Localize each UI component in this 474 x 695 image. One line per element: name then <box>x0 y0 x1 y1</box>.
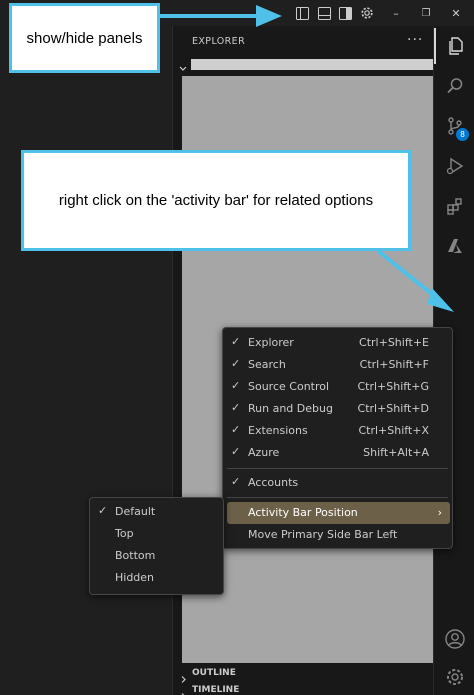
search-icon[interactable] <box>434 68 474 104</box>
activity-bar-context-menu: ✓ Explorer Ctrl+Shift+E ✓ Search Ctrl+Sh… <box>222 327 453 549</box>
menu-item-run-and-debug[interactable]: ✓ Run and Debug Ctrl+Shift+D <box>227 398 448 420</box>
toggle-primary-sidebar-icon[interactable] <box>292 3 312 23</box>
menu-item-accounts[interactable]: ✓ Accounts <box>227 472 448 494</box>
menu-item-shortcut: Ctrl+Shift+F <box>359 358 429 371</box>
sidebar-title: EXPLORER <box>192 36 246 47</box>
timeline-section[interactable]: TIMELINE <box>173 683 433 695</box>
minimize-button[interactable]: – <box>386 3 406 23</box>
menu-item-search[interactable]: ✓ Search Ctrl+Shift+F <box>227 354 448 376</box>
source-control-icon[interactable]: 8 <box>434 108 474 144</box>
menu-item-activity-bar-position[interactable]: Activity Bar Position › <box>227 502 450 524</box>
submenu-item-label: Default <box>115 505 156 518</box>
submenu-item-default[interactable]: ✓ Default <box>94 501 219 523</box>
menu-item-shortcut: Ctrl+Shift+E <box>359 336 429 349</box>
check-icon: ✓ <box>231 335 241 348</box>
manage-icon[interactable] <box>434 659 474 695</box>
menu-item-label: Move Primary Side Bar Left <box>248 528 398 541</box>
activity-bar-position-submenu: ✓ Default Top Bottom Hidden <box>89 497 224 595</box>
menu-item-label: Source Control <box>248 380 330 393</box>
chevron-right-icon <box>179 686 188 695</box>
check-icon: ✓ <box>98 504 108 517</box>
menu-item-label: Run and Debug <box>248 402 333 415</box>
menu-item-label: Activity Bar Position <box>248 506 358 519</box>
menu-item-label: Accounts <box>248 476 299 489</box>
check-icon: ✓ <box>231 401 241 414</box>
menu-item-shortcut: Ctrl+Shift+D <box>357 402 429 415</box>
submenu-item-hidden[interactable]: Hidden <box>94 567 219 589</box>
menu-item-shortcut: Ctrl+Shift+G <box>357 380 429 393</box>
menu-item-move-primary-side-bar-left[interactable]: Move Primary Side Bar Left <box>227 524 448 546</box>
menu-item-label: Search <box>248 358 286 371</box>
check-icon: ✓ <box>231 379 241 392</box>
submenu-item-label: Bottom <box>115 549 156 562</box>
toggle-panel-icon[interactable] <box>314 3 334 23</box>
check-icon: ✓ <box>231 475 241 488</box>
menu-item-azure[interactable]: ✓ Azure Shift+Alt+A <box>227 442 448 464</box>
outline-section[interactable]: OUTLINE <box>173 666 433 683</box>
customize-layout-icon[interactable] <box>357 3 377 23</box>
chevron-down-icon[interactable] <box>178 59 188 71</box>
menu-item-label: Azure <box>248 446 280 459</box>
check-icon: ✓ <box>231 423 241 436</box>
check-icon: ✓ <box>231 445 241 458</box>
menu-item-label: Explorer <box>248 336 294 349</box>
sidebar-header: EXPLORER ··· <box>173 26 433 56</box>
close-button[interactable]: ✕ <box>446 3 466 23</box>
run-debug-icon[interactable] <box>434 148 474 184</box>
accounts-icon[interactable] <box>434 621 474 657</box>
explorer-icon[interactable] <box>434 28 474 64</box>
callout-panels: show/hide panels <box>9 3 160 73</box>
submenu-item-label: Top <box>115 527 134 540</box>
callout-activity-text: right click on the 'activity bar' for re… <box>58 192 374 209</box>
menu-item-label: Extensions <box>248 424 308 437</box>
timeline-label: TIMELINE <box>192 685 240 695</box>
menu-item-shortcut: Shift+Alt+A <box>363 446 429 459</box>
folder-section-header[interactable] <box>191 59 433 70</box>
menu-item-source-control[interactable]: ✓ Source Control Ctrl+Shift+G <box>227 376 448 398</box>
restore-button[interactable]: ❐ <box>416 3 436 23</box>
azure-icon[interactable] <box>434 228 474 264</box>
extensions-icon[interactable] <box>434 188 474 224</box>
menu-separator <box>227 497 448 498</box>
chevron-right-icon <box>179 669 188 683</box>
menu-item-extensions[interactable]: ✓ Extensions Ctrl+Shift+X <box>227 420 448 442</box>
submenu-item-top[interactable]: Top <box>94 523 219 545</box>
chevron-right-icon: › <box>437 506 442 519</box>
check-icon: ✓ <box>231 357 241 370</box>
submenu-item-bottom[interactable]: Bottom <box>94 545 219 567</box>
more-actions-icon[interactable]: ··· <box>407 32 423 48</box>
menu-item-shortcut: Ctrl+Shift+X <box>358 424 429 437</box>
submenu-item-label: Hidden <box>115 571 155 584</box>
callout-panels-text: show/hide panels <box>26 29 143 47</box>
menu-item-explorer[interactable]: ✓ Explorer Ctrl+Shift+E <box>227 332 448 354</box>
callout-activity-bar: right click on the 'activity bar' for re… <box>21 150 411 251</box>
outline-label: OUTLINE <box>192 668 236 678</box>
toggle-secondary-sidebar-icon[interactable] <box>335 3 355 23</box>
menu-separator <box>227 468 448 469</box>
source-control-badge: 8 <box>456 128 469 141</box>
